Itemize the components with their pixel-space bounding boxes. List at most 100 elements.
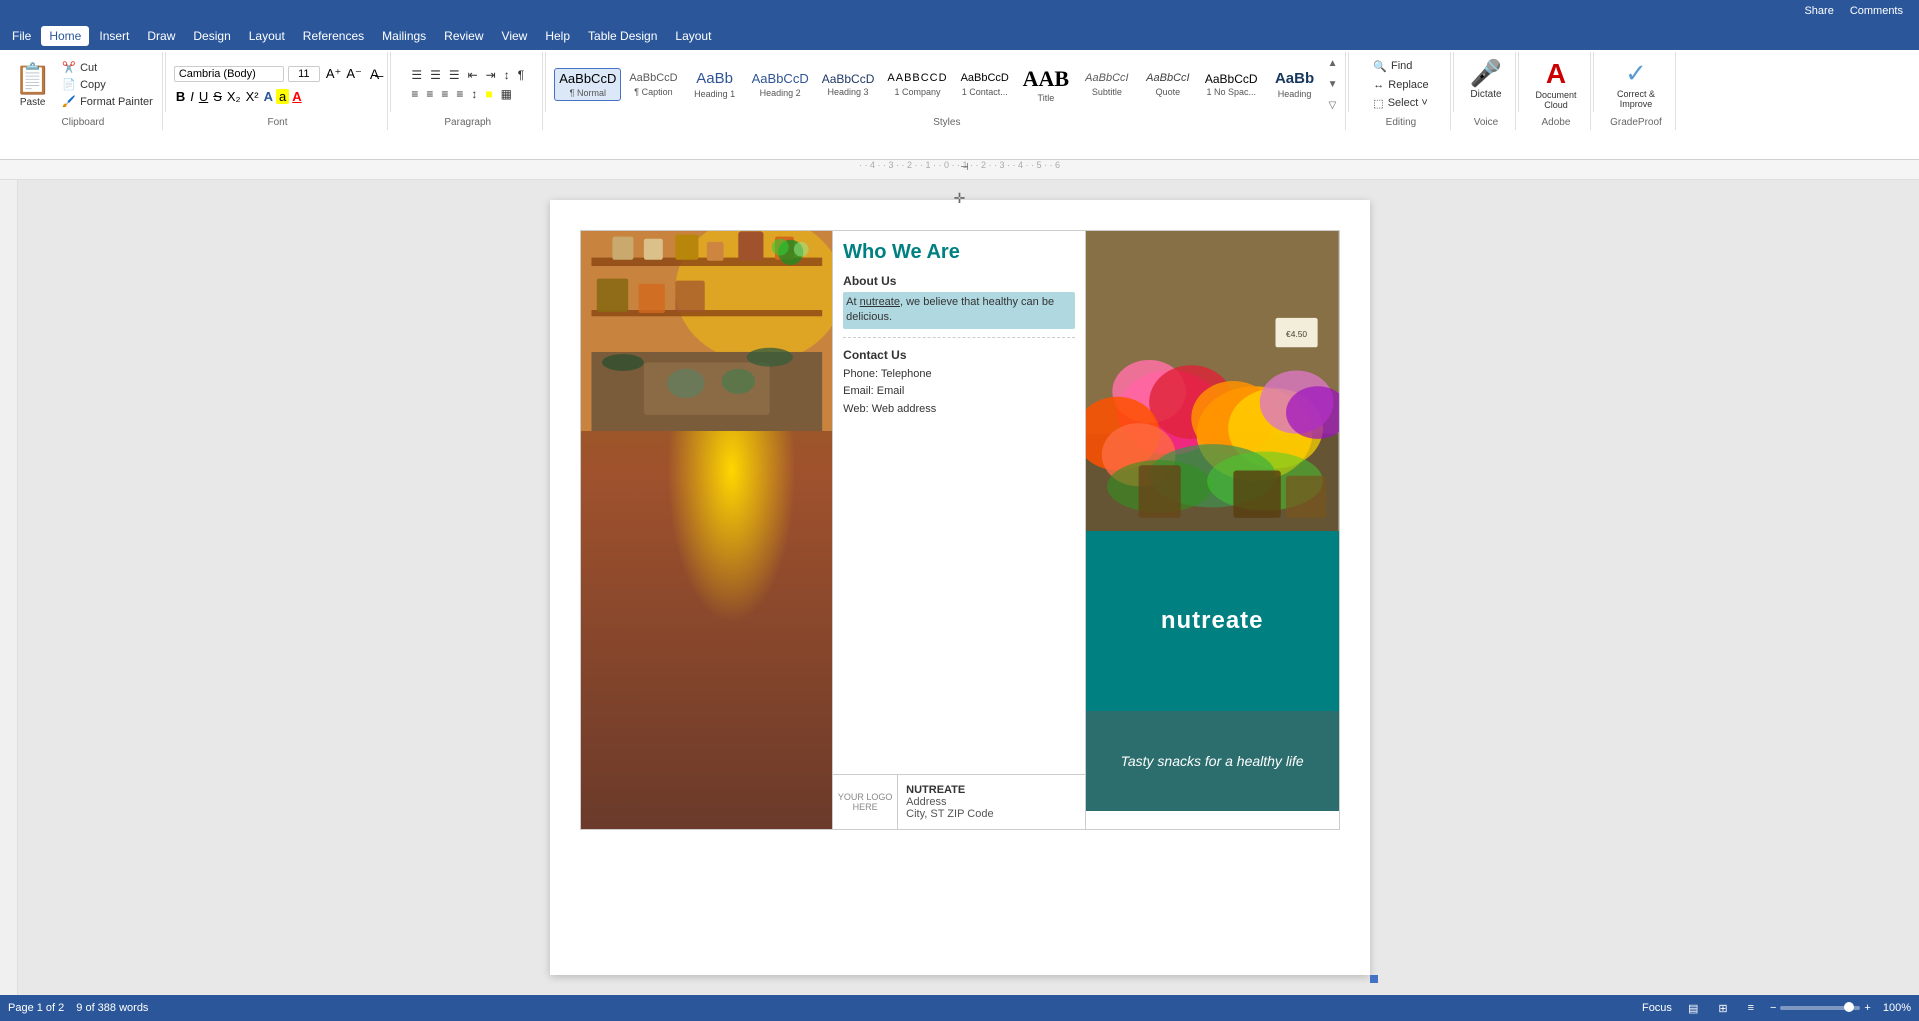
style-h3[interactable]: AaBbCcD Heading 3 xyxy=(817,69,880,100)
contact-info: Phone: Telephone Email: Email Web: Web a… xyxy=(843,366,1075,419)
align-center-button[interactable]: ≡ xyxy=(423,86,436,102)
ribbon: 📋 Paste ✂️Cut 📄Copy 🖌️Format Painter xyxy=(0,50,1919,160)
brochure: Type a caption for your photo How do you… xyxy=(580,230,1340,830)
font-shrink-button[interactable]: A⁻ xyxy=(344,65,364,83)
style-caption[interactable]: AaBbCcD ¶ Caption xyxy=(624,69,682,99)
zoom-track[interactable] xyxy=(1780,1006,1860,1010)
select-button[interactable]: ⬚Select ˅ xyxy=(1370,96,1431,111)
menu-layout2[interactable]: Layout xyxy=(667,26,719,46)
focus-button[interactable]: Focus xyxy=(1642,1002,1672,1014)
align-left-button[interactable]: ≡ xyxy=(408,86,421,102)
menu-draw[interactable]: Draw xyxy=(139,26,183,46)
italic-button[interactable]: I xyxy=(188,88,196,105)
font-size-input[interactable] xyxy=(288,66,320,82)
highlight-button[interactable]: a xyxy=(276,89,289,104)
text-effects-button[interactable]: A xyxy=(262,88,275,105)
print-layout-view[interactable]: ▤ xyxy=(1684,1000,1702,1017)
menu-home[interactable]: Home xyxy=(41,26,89,46)
left-panel: Type a caption for your photo How do you… xyxy=(581,231,834,829)
clipboard-group: 📋 Paste ✂️Cut 📄Copy 🖌️Format Painter xyxy=(4,52,163,130)
strikethrough-button[interactable]: S xyxy=(211,88,224,105)
font-name-input[interactable] xyxy=(174,66,284,82)
replace-button[interactable]: ↔Replace xyxy=(1370,78,1431,92)
resize-handle[interactable] xyxy=(1370,975,1378,983)
style-h1[interactable]: AaBb Heading 1 xyxy=(686,67,744,102)
styles-scroll-up[interactable]: ▲ xyxy=(1326,56,1340,71)
borders-button[interactable]: ▦ xyxy=(498,86,515,102)
menu-review[interactable]: Review xyxy=(436,26,491,46)
paragraph-group-label: Paragraph xyxy=(444,115,491,128)
numbering-button[interactable]: ☰ xyxy=(427,67,444,83)
status-bar: Page 1 of 2 9 of 388 words Focus ▤ ⊞ ≡ −… xyxy=(0,995,1919,1021)
style-heading[interactable]: AaBb Heading xyxy=(1266,67,1324,102)
shading-button[interactable]: ■ xyxy=(482,86,495,102)
menu-layout[interactable]: Layout xyxy=(241,26,293,46)
kitchen-photo xyxy=(581,231,833,829)
logo-placeholder: YOUR LOGO HERE xyxy=(833,775,898,830)
adobe-group-label: Adobe xyxy=(1542,115,1571,128)
footer-info: NUTREATE Address City, ST ZIP Code xyxy=(898,780,1001,824)
superscript-button[interactable]: X² xyxy=(244,88,261,105)
menu-view[interactable]: View xyxy=(494,26,536,46)
menu-design[interactable]: Design xyxy=(185,26,238,46)
cut-button[interactable]: ✂️Cut xyxy=(59,60,155,75)
voice-group-label: Voice xyxy=(1474,115,1498,128)
page[interactable]: ✛ xyxy=(550,200,1370,975)
show-marks-button[interactable]: ¶ xyxy=(515,67,527,83)
bullets-button[interactable]: ☰ xyxy=(408,67,425,83)
style-company[interactable]: AaBBCcD 1 Company xyxy=(882,69,952,99)
find-button[interactable]: 🔍Find xyxy=(1370,59,1431,74)
subscript-button[interactable]: X₂ xyxy=(225,88,243,105)
bold-button[interactable]: B xyxy=(174,88,187,105)
style-title[interactable]: AAB Title xyxy=(1017,63,1075,106)
line-spacing-button[interactable]: ↕ xyxy=(468,86,480,102)
paste-button[interactable]: 📋 Paste xyxy=(10,60,55,110)
kitchen-svg xyxy=(581,231,833,431)
zoom-level[interactable]: 100% xyxy=(1883,1002,1911,1014)
web-layout-view[interactable]: ⊞ xyxy=(1714,1000,1731,1017)
underline-button[interactable]: U xyxy=(197,88,210,105)
share-button[interactable]: Share xyxy=(1796,5,1841,17)
adobe-button[interactable]: A Document Cloud xyxy=(1529,54,1582,114)
sort-button[interactable]: ↕ xyxy=(501,67,513,83)
menu-help[interactable]: Help xyxy=(537,26,578,46)
zoom-out-button[interactable]: − xyxy=(1770,1002,1776,1014)
styles-scroll-down[interactable]: ▼ xyxy=(1326,77,1340,92)
menu-insert[interactable]: Insert xyxy=(91,26,137,46)
style-contact[interactable]: AaBbCcD 1 Contact... xyxy=(956,69,1014,99)
correct-improve-button[interactable]: ✓ Correct & Improve xyxy=(1611,54,1661,113)
format-painter-button[interactable]: 🖌️Format Painter xyxy=(59,94,155,109)
font-grow-button[interactable]: A⁺ xyxy=(324,65,344,83)
style-subtitle[interactable]: AaBbCcI Subtitle xyxy=(1078,69,1136,99)
styles-expand[interactable]: ▽ xyxy=(1326,98,1340,113)
justify-button[interactable]: ≡ xyxy=(453,86,466,102)
menu-file[interactable]: File xyxy=(4,26,39,46)
style-h2[interactable]: AaBbCcD Heading 2 xyxy=(747,68,814,101)
menu-mailings[interactable]: Mailings xyxy=(374,26,434,46)
style-normal[interactable]: AaBbCcD ¶ Normal xyxy=(554,68,621,101)
menu-table-design[interactable]: Table Design xyxy=(580,26,665,46)
clear-format-button[interactable]: A̶ xyxy=(368,65,381,83)
menu-references[interactable]: References xyxy=(295,26,372,46)
table-move-handle[interactable]: ✛ xyxy=(954,190,966,207)
decrease-indent-button[interactable]: ⇤ xyxy=(465,67,481,83)
style-quote[interactable]: AaBbCcI Quote xyxy=(1139,69,1197,99)
zoom-in-button[interactable]: + xyxy=(1864,1002,1870,1014)
read-view[interactable]: ≡ xyxy=(1744,1000,1758,1016)
dictate-button[interactable]: 🎤 Dictate xyxy=(1464,54,1508,104)
status-right: Focus ▤ ⊞ ≡ − + 100% xyxy=(1642,1000,1911,1017)
copy-button[interactable]: 📄Copy xyxy=(59,77,155,92)
page-info: Page 1 of 2 xyxy=(8,1002,64,1014)
title-bar: Share Comments xyxy=(0,0,1919,22)
multilevel-button[interactable]: ☰ xyxy=(446,67,463,83)
style-gallery: AaBbCcD ¶ Normal AaBbCcD ¶ Caption AaBb … xyxy=(554,63,1323,106)
who-we-are-heading: Who We Are xyxy=(843,241,1075,264)
style-nospace[interactable]: AaBbCcD 1 No Spac... xyxy=(1200,69,1263,100)
increase-indent-button[interactable]: ⇥ xyxy=(483,67,499,83)
font-color-button[interactable]: A xyxy=(290,88,303,105)
about-heading: About Us xyxy=(843,274,1075,288)
comments-button[interactable]: Comments xyxy=(1842,5,1911,17)
zoom-thumb xyxy=(1844,1002,1854,1012)
align-right-button[interactable]: ≡ xyxy=(438,86,451,102)
clipboard-group-label: Clipboard xyxy=(62,115,105,128)
